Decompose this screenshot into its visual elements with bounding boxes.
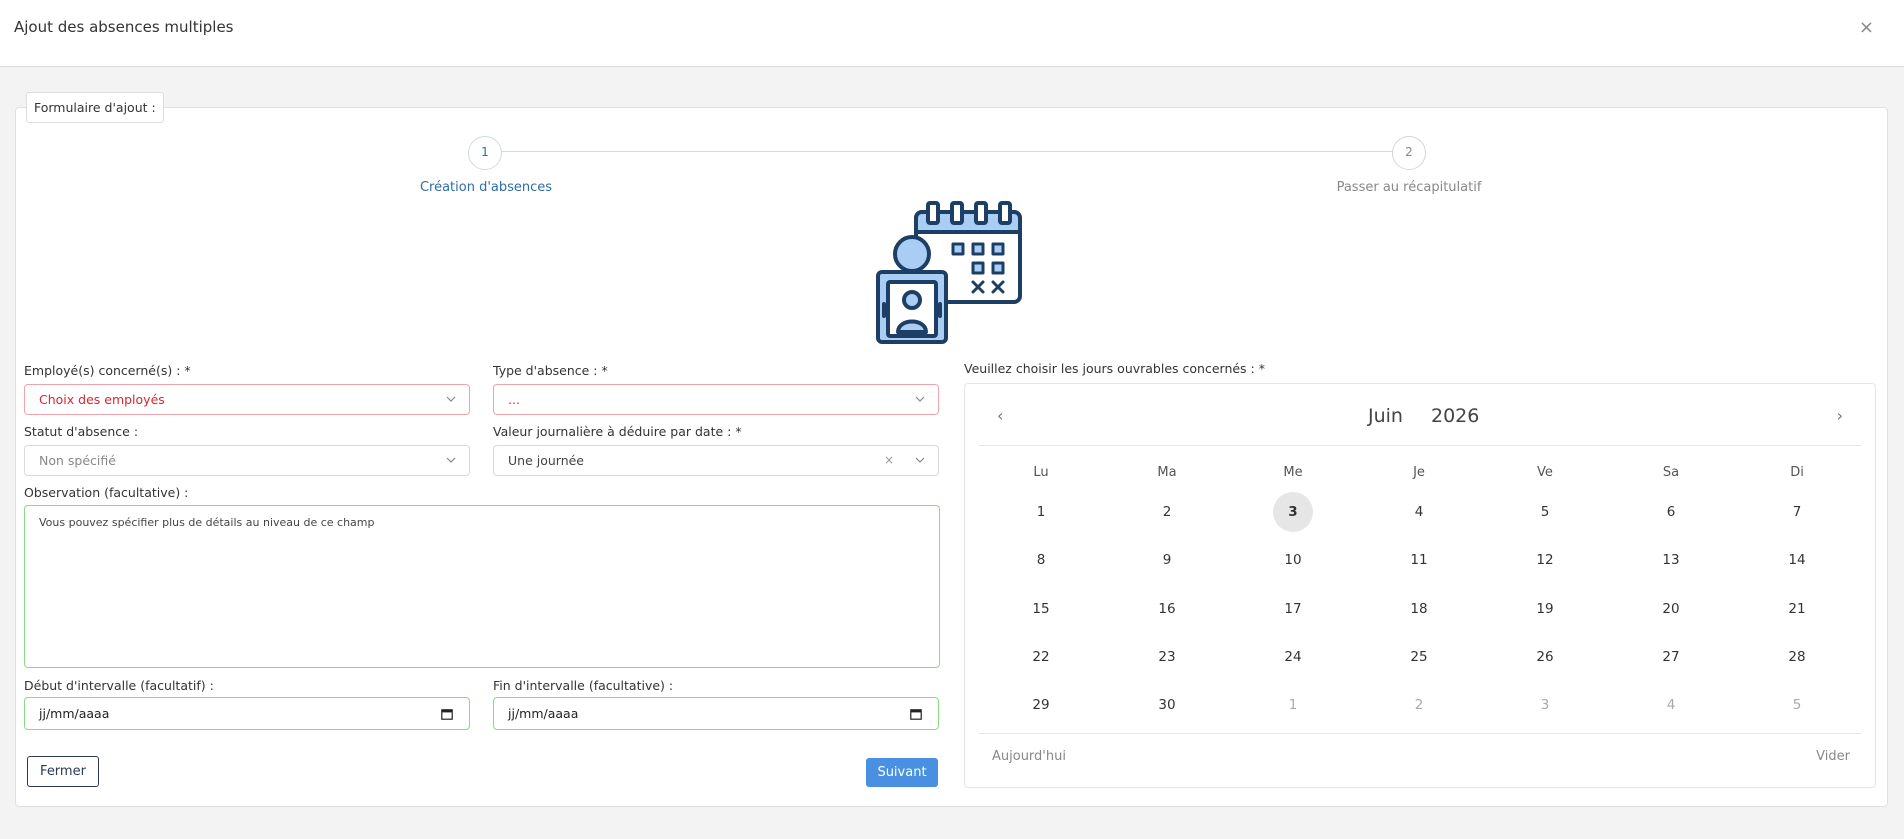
weekday-header: Sa — [1662, 465, 1680, 480]
calendar-day[interactable]: 6 — [1651, 492, 1691, 532]
calendar-day[interactable]: 3 — [1525, 685, 1565, 725]
calendar-day[interactable]: 12 — [1525, 540, 1565, 580]
calendar-day[interactable]: 1 — [1273, 685, 1313, 725]
calendar-day[interactable]: 8 — [1021, 540, 1061, 580]
form-legend: Formulaire d'ajout : — [26, 92, 164, 123]
start-date-placeholder: jj/mm/aaaa — [39, 706, 110, 721]
absence-type-label: Type d'absence : * — [493, 363, 608, 378]
calendar-label: Veuillez choisir les jours ouvrables con… — [964, 361, 1265, 376]
calendar-day[interactable]: 2 — [1147, 492, 1187, 532]
calendar-day[interactable]: 24 — [1273, 637, 1313, 677]
close-icon[interactable]: × — [1859, 18, 1874, 38]
calendar-day[interactable]: 19 — [1525, 589, 1565, 629]
calendar-day[interactable]: 22 — [1021, 637, 1061, 677]
weekday-header: Je — [1413, 465, 1425, 480]
end-date-label: Fin d'intervalle (facultative) : — [493, 678, 674, 693]
end-date-placeholder: jj/mm/aaaa — [508, 706, 579, 721]
daily-value-select[interactable]: Une journée × — [493, 445, 939, 476]
calendar-day[interactable]: 13 — [1651, 540, 1691, 580]
calendar-day[interactable]: 17 — [1273, 589, 1313, 629]
calendar-year[interactable]: 2026 — [1431, 405, 1479, 427]
calendar-day[interactable]: 5 — [1525, 492, 1565, 532]
calendar-day[interactable]: 20 — [1651, 589, 1691, 629]
next-button[interactable]: Suivant — [866, 758, 938, 787]
calendar-day[interactable]: 11 — [1399, 540, 1439, 580]
observation-textarea[interactable]: Vous pouvez spécifier plus de détails au… — [24, 505, 940, 668]
calendar-day[interactable]: 21 — [1777, 589, 1817, 629]
calendar-icon[interactable] — [441, 708, 453, 720]
calendar-day[interactable]: 4 — [1651, 685, 1691, 725]
step-2-label: Passer au récapitulatif — [1336, 180, 1482, 195]
calendar-day[interactable]: 28 — [1777, 637, 1817, 677]
start-date-input[interactable]: jj/mm/aaaa — [24, 697, 470, 730]
calendar-divider — [979, 733, 1861, 734]
chevron-down-icon — [446, 457, 456, 463]
clear-button[interactable]: Vider — [1816, 749, 1850, 764]
weekday-header: Ma — [1157, 465, 1177, 480]
end-date-input[interactable]: jj/mm/aaaa — [493, 697, 939, 730]
calendar-day[interactable]: 3 — [1273, 492, 1313, 532]
calendar-day[interactable]: 5 — [1777, 685, 1817, 725]
calendar-day[interactable]: 10 — [1273, 540, 1313, 580]
today-button[interactable]: Aujourd'hui — [992, 749, 1066, 764]
absence-type-select[interactable]: ... — [493, 384, 939, 415]
calendar-day[interactable]: 25 — [1399, 637, 1439, 677]
weekday-header: Ve — [1537, 465, 1553, 480]
calendar-day[interactable]: 27 — [1651, 637, 1691, 677]
employees-select[interactable]: Choix des employés — [24, 384, 470, 415]
calendar-day[interactable]: 7 — [1777, 492, 1817, 532]
calendar-day[interactable]: 18 — [1399, 589, 1439, 629]
chevron-down-icon — [915, 396, 925, 402]
status-label: Statut d'absence : — [24, 424, 139, 439]
stepper-line — [487, 151, 1409, 152]
calendar-day[interactable]: 1 — [1021, 492, 1061, 532]
daily-value-label: Valeur journalière à déduire par date : … — [493, 424, 742, 439]
calendar-day[interactable]: 23 — [1147, 637, 1187, 677]
date-picker-calendar: ‹ Juin 2026 › Aujourd'hui Vider Lu Ma Me Je… — [964, 383, 1876, 788]
clear-icon[interactable]: × — [884, 446, 894, 475]
step-1-indicator[interactable]: 1 — [468, 136, 502, 170]
employee-calendar-icon — [876, 201, 1022, 344]
calendar-month[interactable]: Juin — [1368, 405, 1403, 427]
calendar-day[interactable]: 26 — [1525, 637, 1565, 677]
status-value: Non spécifié — [39, 453, 116, 468]
weekday-header: Di — [1790, 465, 1804, 480]
employees-placeholder: Choix des employés — [39, 392, 165, 407]
modal-title: Ajout des absences multiples — [14, 18, 234, 36]
start-date-label: Début d'intervalle (facultatif) : — [24, 678, 214, 693]
observation-label: Observation (facultative) : — [24, 485, 189, 500]
chevron-down-icon — [446, 396, 456, 402]
weekday-header: Me — [1283, 465, 1303, 480]
chevron-down-icon — [915, 457, 925, 463]
modal-header: Ajout des absences multiples × — [0, 0, 1904, 67]
calendar-divider — [979, 445, 1861, 446]
calendar-day[interactable]: 15 — [1021, 589, 1061, 629]
chevron-left-icon[interactable]: ‹ — [997, 406, 1003, 426]
calendar-day[interactable]: 30 — [1147, 685, 1187, 725]
employees-label: Employé(s) concerné(s) : * — [24, 363, 191, 378]
calendar-day[interactable]: 9 — [1147, 540, 1187, 580]
status-select[interactable]: Non spécifié — [24, 445, 470, 476]
calendar-day[interactable]: 2 — [1399, 685, 1439, 725]
calendar-icon[interactable] — [910, 708, 922, 720]
calendar-day[interactable]: 29 — [1021, 685, 1061, 725]
calendar-day[interactable]: 4 — [1399, 492, 1439, 532]
daily-value-value: Une journée — [508, 453, 585, 468]
calendar-day[interactable]: 14 — [1777, 540, 1817, 580]
weekday-header: Lu — [1033, 465, 1049, 480]
step-1-label: Création d'absences — [419, 180, 553, 195]
absence-type-placeholder: ... — [508, 392, 520, 407]
close-button[interactable]: Fermer — [27, 756, 99, 787]
step-2-indicator[interactable]: 2 — [1392, 136, 1426, 170]
calendar-day[interactable]: 16 — [1147, 589, 1187, 629]
chevron-right-icon[interactable]: › — [1837, 406, 1843, 426]
